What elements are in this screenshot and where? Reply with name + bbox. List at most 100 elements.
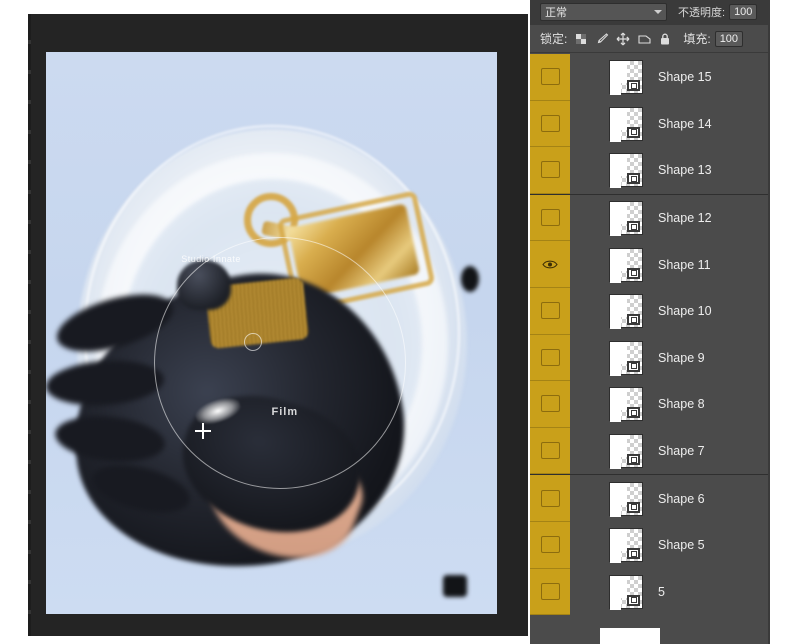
eye-icon-empty xyxy=(540,302,560,320)
eye-icon-empty xyxy=(540,395,560,413)
chevron-down-icon xyxy=(654,10,662,14)
move-cursor-icon xyxy=(194,422,211,439)
layer-visibility-toggle-off[interactable] xyxy=(530,475,570,522)
lock-bar: 锁定: 填充: 100 xyxy=(530,25,770,53)
vector-mask-badge xyxy=(627,594,640,606)
layer-name: Shape 11 xyxy=(658,257,711,272)
layer-thumbnail[interactable] xyxy=(609,481,643,517)
layer-row[interactable]: 5 xyxy=(530,568,770,616)
vector-mask-badge xyxy=(627,80,640,92)
layer-thumbnail[interactable] xyxy=(609,60,643,96)
layer-visibility-toggle-off[interactable] xyxy=(530,194,570,242)
eye-icon xyxy=(542,257,559,272)
layer-thumbnail[interactable] xyxy=(609,387,643,423)
lock-all-icon[interactable] xyxy=(658,32,672,46)
eye-icon-empty xyxy=(540,68,560,86)
layer-visibility-toggle-off[interactable] xyxy=(530,287,570,335)
layer-name: Shape 10 xyxy=(658,304,712,319)
layer-name: Shape 15 xyxy=(658,70,712,85)
layer-thumbnail[interactable] xyxy=(609,247,643,283)
vector-mask-badge xyxy=(627,173,640,185)
layer-row[interactable]: Shape 11 xyxy=(530,241,770,288)
eye-icon-empty xyxy=(540,582,560,600)
fill-control[interactable]: 填充: 100 xyxy=(683,30,744,47)
fill-value[interactable]: 100 xyxy=(714,30,744,47)
layers-panel: 正常 不透明度: 100 锁定: 填充: 100 Shape 15 Shape … xyxy=(530,0,770,644)
layer-row[interactable]: Shape 12 xyxy=(530,193,770,242)
eye-icon-empty xyxy=(540,489,560,507)
layer-thumbnail[interactable] xyxy=(609,528,643,564)
vector-mask-badge xyxy=(627,548,640,560)
layer-name: Shape 14 xyxy=(658,116,712,131)
layer-row[interactable]: Shape 7 xyxy=(530,427,770,475)
layer-thumbnail[interactable] xyxy=(609,153,643,189)
layer-row[interactable]: Shape 8 xyxy=(530,381,770,428)
opacity-label: 不透明度: xyxy=(678,7,726,19)
blend-mode-select[interactable]: 正常 xyxy=(540,3,667,21)
layer-name: 5 xyxy=(658,584,665,599)
vector-mask-badge xyxy=(627,454,640,466)
layer-row[interactable]: Shape 15 xyxy=(530,54,770,101)
watermark-bottom: Film xyxy=(271,406,299,419)
eye-icon-empty xyxy=(540,348,560,366)
layer-row[interactable]: Shape 10 xyxy=(530,287,770,335)
layer-visibility-toggle-off[interactable] xyxy=(530,521,570,569)
layer-thumbnail[interactable] xyxy=(609,106,643,142)
vector-mask-badge xyxy=(627,360,640,372)
layer-visibility-toggle-off[interactable] xyxy=(530,147,570,194)
eye-icon-empty xyxy=(540,114,560,132)
brush-icon[interactable] xyxy=(595,32,609,46)
move-icon[interactable] xyxy=(616,32,630,46)
vector-mask-badge xyxy=(627,314,640,326)
layer-name: Shape 5 xyxy=(658,538,705,553)
layer-visibility-toggle-on[interactable] xyxy=(530,241,570,288)
opacity-value[interactable]: 100 xyxy=(729,4,758,20)
transparent-pixels-icon[interactable] xyxy=(574,32,588,46)
workspace-bottom-gutter xyxy=(600,628,660,644)
vector-mask-badge xyxy=(627,221,640,233)
document-frame: Studio Innate Film xyxy=(28,14,528,636)
fill-label: 填充: xyxy=(683,32,711,46)
dark-blob xyxy=(442,574,467,597)
layer-row[interactable]: Shape 6 xyxy=(530,474,770,522)
layer-thumbnail[interactable] xyxy=(609,574,643,610)
layer-visibility-toggle-off[interactable] xyxy=(530,334,570,382)
image-canvas[interactable]: Studio Innate Film xyxy=(46,52,497,614)
layer-options-bar: 正常 不透明度: 100 xyxy=(530,0,770,25)
layer-name: Shape 6 xyxy=(658,491,705,506)
layer-name: Shape 12 xyxy=(658,211,712,226)
eye-icon-empty xyxy=(540,209,560,227)
layers-list[interactable]: Shape 15 Shape 14 Shape 13 Shape 12 Shape 11… xyxy=(530,54,770,644)
eye-icon-empty xyxy=(540,161,560,179)
photoshop-window: Studio Innate Film 正常 不透明度: 100 锁定: 填充: … xyxy=(0,0,800,644)
lock-label: 锁定: xyxy=(540,32,568,46)
blend-mode-value: 正常 xyxy=(545,7,567,19)
layer-visibility-toggle-off[interactable] xyxy=(530,381,570,428)
eye-icon-empty xyxy=(540,442,560,460)
layer-visibility-toggle-off[interactable] xyxy=(530,427,570,475)
eye-icon-empty xyxy=(540,536,560,554)
vector-mask-badge xyxy=(627,267,640,279)
vector-mask-badge xyxy=(627,501,640,513)
dark-blob xyxy=(460,265,479,292)
layer-row[interactable]: Shape 5 xyxy=(530,521,770,569)
layer-visibility-toggle-off[interactable] xyxy=(530,100,570,148)
vector-mask-badge xyxy=(627,407,640,419)
layer-row[interactable]: Shape 9 xyxy=(530,334,770,382)
layer-row[interactable]: Shape 13 xyxy=(530,147,770,194)
artboard-nesting-icon[interactable] xyxy=(637,32,651,46)
selection-circle-overlay xyxy=(154,237,407,490)
layer-thumbnail[interactable] xyxy=(609,201,643,237)
photo-artwork: Studio Innate Film xyxy=(46,52,497,614)
layer-name: Shape 13 xyxy=(658,163,712,178)
layer-visibility-toggle-off[interactable] xyxy=(530,54,570,101)
opacity-control[interactable]: 不透明度: 100 xyxy=(678,4,758,20)
layer-row[interactable]: Shape 14 xyxy=(530,100,770,148)
vector-mask-badge xyxy=(627,126,640,138)
layer-visibility-toggle-off[interactable] xyxy=(530,568,570,616)
layer-thumbnail[interactable] xyxy=(609,340,643,376)
layer-thumbnail[interactable] xyxy=(609,434,643,470)
layer-thumbnail[interactable] xyxy=(609,294,643,330)
layer-name: Shape 8 xyxy=(658,397,705,412)
workspace-right-gutter xyxy=(770,0,800,644)
